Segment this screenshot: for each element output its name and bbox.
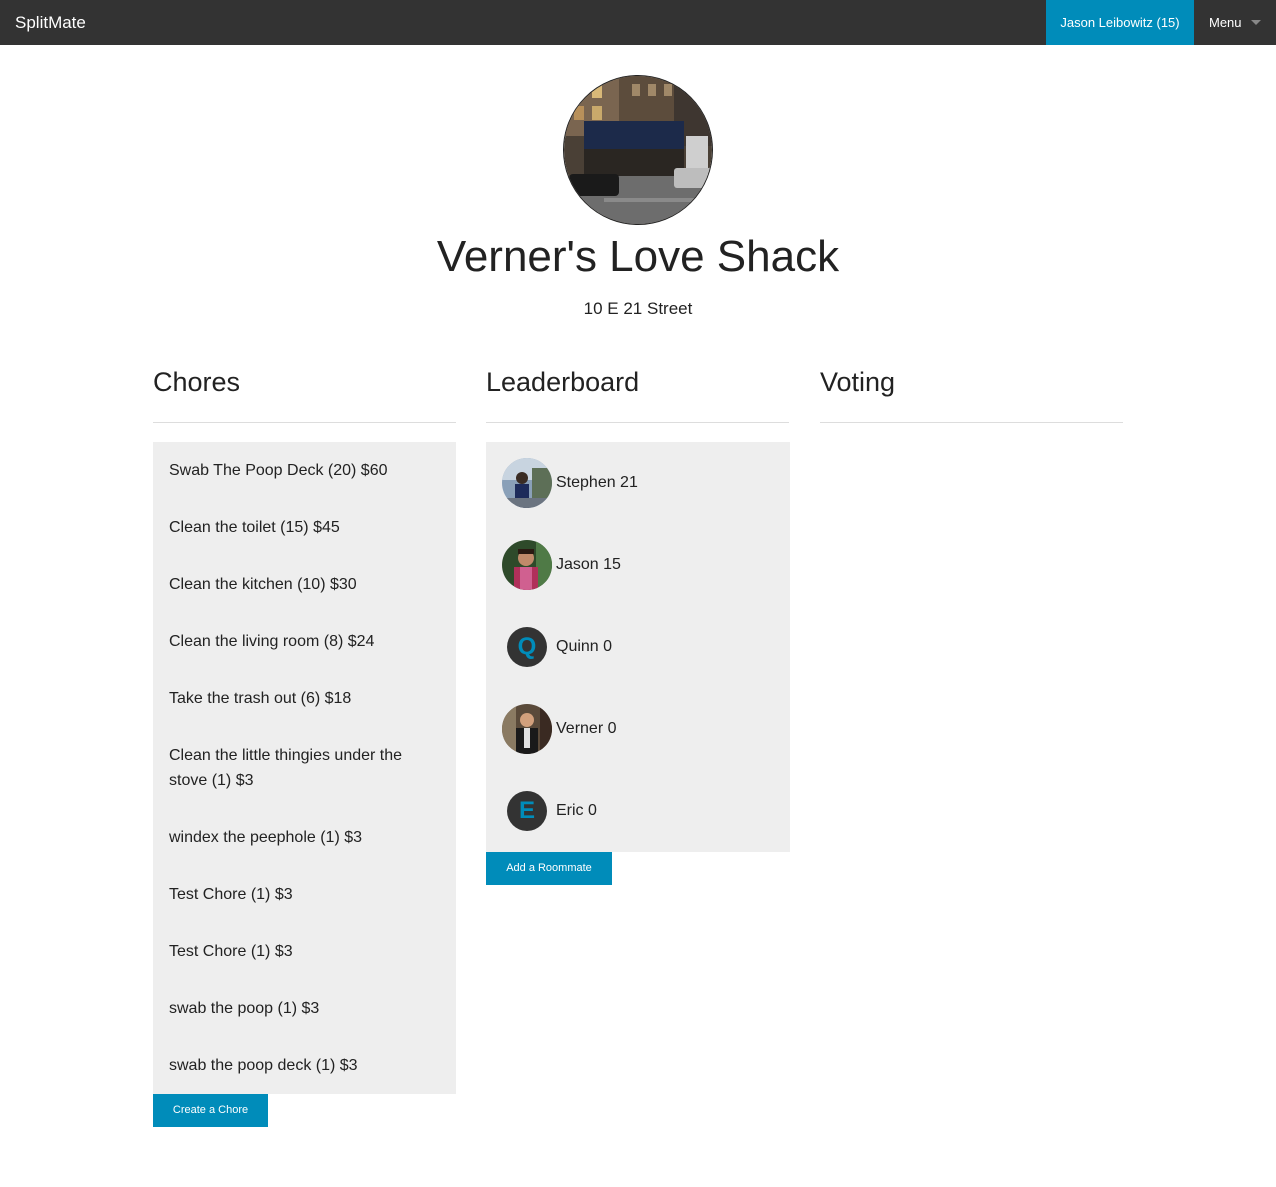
chore-item[interactable]: Clean the living room (8) $24 [169, 629, 429, 654]
menu-dropdown[interactable]: Menu [1194, 0, 1276, 45]
voting-divider [820, 422, 1123, 423]
leaderboard-item[interactable]: Verner 0 [502, 704, 772, 754]
chores-heading: Chores [153, 367, 241, 397]
leaderboard-item[interactable]: E Eric 0 [502, 786, 772, 836]
leaderboard-label: Stephen 21 [556, 474, 638, 491]
leaderboard-heading: Leaderboard [486, 367, 640, 397]
chore-item[interactable]: swab the poop deck (1) $3 [169, 1053, 429, 1078]
avatar: E [507, 791, 547, 831]
avatar [502, 704, 552, 754]
chore-item[interactable]: Swab The Poop Deck (20) $60 [169, 458, 429, 483]
chore-item[interactable]: Test Chore (1) $3 [169, 882, 429, 907]
top-navbar: SplitMate Jason Leibowitz (15) Menu [0, 0, 1276, 45]
street-photo-icon [564, 76, 712, 224]
voting-list [820, 442, 1123, 443]
user-photo-icon [502, 458, 552, 508]
avatar [502, 540, 552, 590]
leaderboard-label: Quinn 0 [556, 638, 613, 655]
brand-logo[interactable]: SplitMate [15, 0, 86, 45]
leaderboard-label: Jason 15 [556, 556, 621, 573]
leaderboard-label: Verner 0 [556, 720, 617, 737]
create-chore-button[interactable]: Create a Chore [153, 1094, 268, 1127]
leaderboard-item[interactable]: Stephen 21 [502, 458, 772, 508]
leaderboard-item[interactable]: Jason 15 [502, 540, 772, 590]
chores-list: Swab The Poop Deck (20) $60 Clean the to… [153, 442, 456, 1094]
leaderboard-list: Stephen 21 Jason 15 Q Quinn 0 Verner 0 E… [486, 442, 790, 852]
house-photo [563, 75, 713, 225]
user-button[interactable]: Jason Leibowitz (15) [1046, 0, 1194, 45]
chore-item[interactable]: Clean the little thingies under the stov… [169, 743, 429, 793]
chore-item[interactable]: Test Chore (1) $3 [169, 939, 429, 964]
chores-divider [153, 422, 456, 423]
user-photo-icon [502, 704, 552, 754]
chore-item[interactable]: Clean the toilet (15) $45 [169, 515, 429, 540]
chore-item[interactable]: Clean the kitchen (10) $30 [169, 572, 429, 597]
user-photo-icon [502, 540, 552, 590]
caret-down-icon [1251, 20, 1261, 25]
leaderboard-label: Eric 0 [556, 802, 597, 819]
avatar [502, 458, 552, 508]
leaderboard-divider [486, 422, 789, 423]
menu-label: Menu [1209, 15, 1242, 30]
avatar: Q [507, 627, 547, 667]
leaderboard-item[interactable]: Q Quinn 0 [502, 622, 772, 672]
chore-item[interactable]: windex the peephole (1) $3 [169, 825, 429, 850]
voting-heading: Voting [820, 367, 896, 397]
add-roommate-button[interactable]: Add a Roommate [486, 852, 612, 885]
chore-item[interactable]: Take the trash out (6) $18 [169, 686, 429, 711]
chore-item[interactable]: swab the poop (1) $3 [169, 996, 429, 1021]
house-name: Verner's Love Shack [436, 232, 840, 281]
house-address: 10 E 21 Street [583, 299, 693, 318]
